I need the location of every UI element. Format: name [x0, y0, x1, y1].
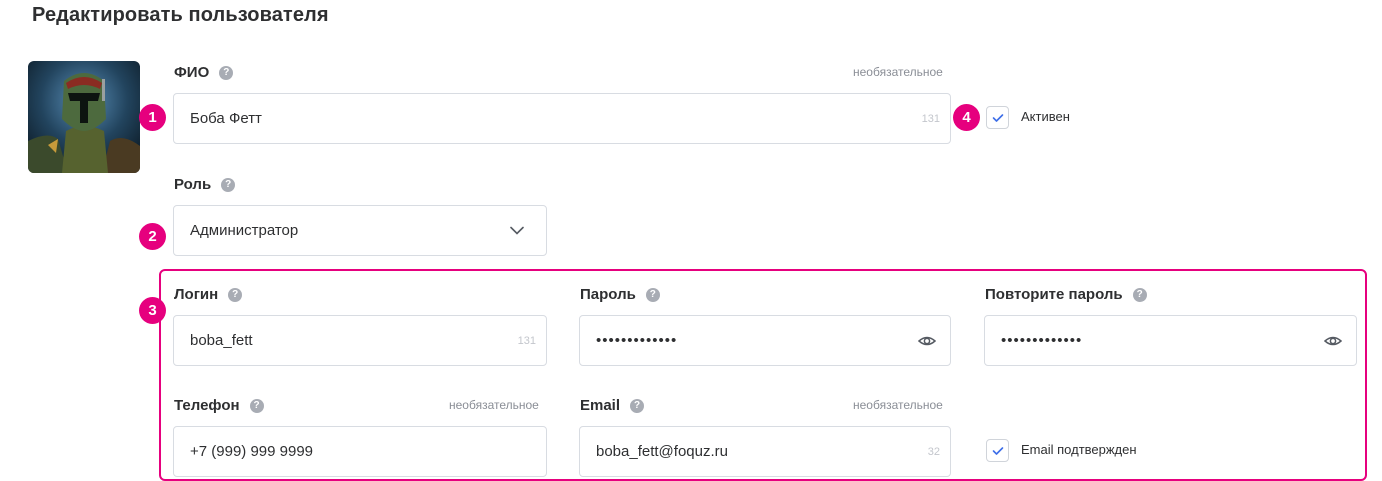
page-title: Редактировать пользователя	[32, 4, 329, 26]
fio-input-value: Боба Фетт	[190, 110, 262, 127]
email-confirmed-label: Email подтвержден	[1021, 442, 1137, 457]
question-icon[interactable]: ?	[221, 177, 236, 192]
role-label: Роль ?	[174, 176, 236, 193]
annotation-badge-4: 4	[953, 104, 980, 131]
email-label: Email ?	[580, 397, 645, 414]
password-repeat-input[interactable]: •••••••••••••	[984, 315, 1357, 366]
check-icon	[992, 113, 1003, 122]
question-icon[interactable]: ?	[1132, 287, 1147, 302]
role-select-value: Администратор	[190, 222, 299, 239]
password-repeat-input-value: •••••••••••••	[1001, 332, 1083, 349]
eye-icon[interactable]	[1324, 333, 1342, 349]
role-label-text: Роль	[174, 176, 212, 193]
phone-input[interactable]: +7 (999) 999 9999	[173, 426, 547, 477]
fio-char-counter: 131	[921, 112, 940, 125]
phone-input-value: +7 (999) 999 9999	[190, 443, 314, 460]
question-icon[interactable]: ?	[219, 65, 234, 80]
login-char-counter: 131	[517, 334, 536, 347]
email-input[interactable]: boba_fett@foquz.ru 32	[579, 426, 951, 477]
phone-label-text: Телефон	[174, 397, 240, 414]
login-label: Логин ?	[174, 286, 243, 303]
email-char-counter: 32	[927, 445, 940, 458]
question-icon[interactable]: ?	[630, 398, 645, 413]
role-select[interactable]: Администратор	[173, 205, 547, 256]
login-label-text: Логин	[174, 286, 219, 303]
active-label: Активен	[1021, 109, 1070, 124]
question-icon[interactable]: ?	[249, 398, 264, 413]
annotation-badge-1: 1	[139, 104, 166, 131]
password-label: Пароль ?	[580, 286, 660, 303]
question-icon[interactable]: ?	[228, 287, 243, 302]
password-repeat-label-text: Повторите пароль	[985, 286, 1123, 303]
login-input-value: boba_fett	[190, 332, 253, 349]
fio-input[interactable]: Боба Фетт 131	[173, 93, 951, 144]
check-icon	[992, 446, 1003, 455]
avatar-image	[28, 61, 140, 173]
phone-label: Телефон ?	[174, 397, 264, 414]
password-input[interactable]: •••••••••••••	[579, 315, 951, 366]
question-icon[interactable]: ?	[645, 287, 660, 302]
email-label-text: Email	[580, 397, 621, 414]
login-input[interactable]: boba_fett 131	[173, 315, 547, 366]
email-optional-hint: необязательное	[853, 398, 943, 412]
avatar[interactable]	[28, 61, 140, 173]
email-input-value: boba_fett@foquz.ru	[596, 443, 728, 460]
chevron-down-icon	[510, 226, 524, 235]
password-repeat-label: Повторите пароль ?	[985, 286, 1147, 303]
fio-label-text: ФИО	[174, 64, 210, 81]
phone-optional-hint: необязательное	[449, 398, 539, 412]
active-checkbox[interactable]	[986, 106, 1009, 129]
password-label-text: Пароль	[580, 286, 636, 303]
annotation-badge-2: 2	[139, 223, 166, 250]
eye-icon[interactable]	[918, 333, 936, 349]
fio-optional-hint: необязательное	[853, 65, 943, 79]
fio-label: ФИО ?	[174, 64, 234, 81]
email-confirmed-checkbox[interactable]	[986, 439, 1009, 462]
password-input-value: •••••••••••••	[596, 332, 678, 349]
annotation-badge-3: 3	[139, 297, 166, 324]
